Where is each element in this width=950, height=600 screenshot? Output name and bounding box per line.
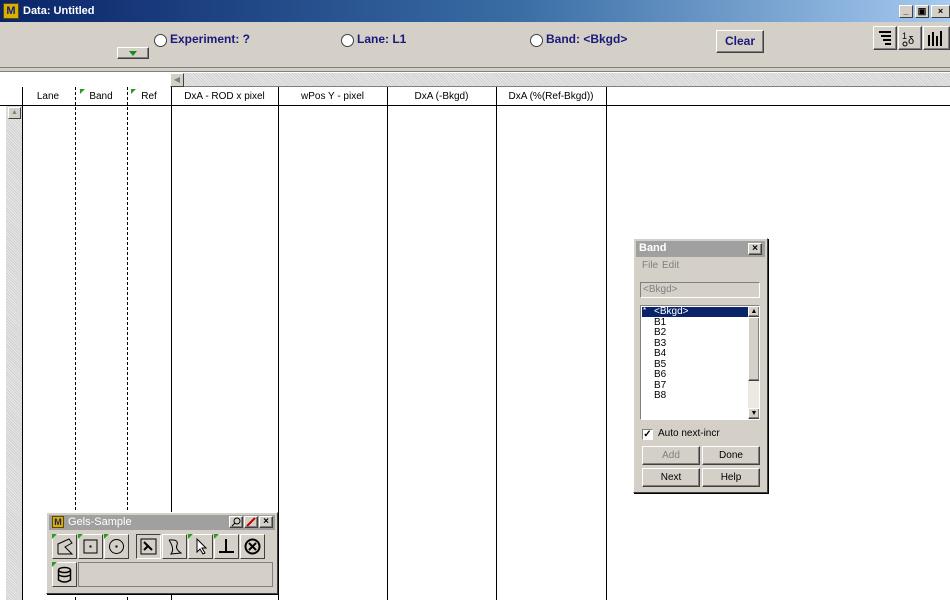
tool-marker <box>104 534 109 539</box>
vertical-scrollbar[interactable] <box>6 106 22 600</box>
list-scroll-thumb[interactable] <box>748 317 759 381</box>
gels-zoom-button[interactable] <box>229 516 243 528</box>
help-button[interactable]: Help <box>702 468 760 487</box>
experiment-radio[interactable] <box>154 33 167 47</box>
svg-text:1: 1 <box>902 31 907 41</box>
done-button[interactable]: Done <box>702 446 760 465</box>
gels-sample-palette: M Gels-Sample × <box>46 512 278 594</box>
data-toolbar <box>0 22 950 68</box>
list-item[interactable]: <Bkgd> <box>641 306 745 318</box>
window-titlebar[interactable] <box>0 0 950 22</box>
add-button[interactable]: Add <box>642 446 700 465</box>
gels-title: Gels-Sample <box>68 516 132 528</box>
horizontal-scrollbar[interactable] <box>170 73 950 87</box>
lane-label: Lane: L1 <box>357 32 407 46</box>
minimize-button[interactable]: _ <box>899 5 913 18</box>
pen-icon <box>246 517 256 527</box>
auto-next-label: Auto next-incr <box>658 428 720 439</box>
tool-marker <box>52 534 57 539</box>
band-window: Band × File Edit <Bkgd> <Bkgd> * B1 B2 B… <box>633 238 768 493</box>
maximize-button[interactable]: ▣ <box>915 5 929 18</box>
band-close-button[interactable]: × <box>748 243 762 255</box>
scroll-left-button[interactable]: ◀ <box>170 73 184 87</box>
list-scroll-up-button[interactable]: ▲ <box>748 306 759 317</box>
dropdown-button[interactable] <box>117 47 149 59</box>
lane-radio[interactable] <box>341 33 354 47</box>
asterisk-icon: * <box>643 306 647 315</box>
svg-text:δ: δ <box>908 35 914 47</box>
gels-close-button[interactable]: × <box>259 516 273 528</box>
column-divider <box>387 87 388 600</box>
experiment-label: Experiment: ? <box>170 32 251 46</box>
tool-marker <box>214 534 219 539</box>
list-item[interactable]: B6 <box>641 369 745 381</box>
tool-marker <box>52 562 57 567</box>
gels-app-icon: M <box>52 516 64 528</box>
next-button[interactable]: Next <box>642 468 700 487</box>
list-item[interactable]: B4 <box>641 348 745 360</box>
auto-select-icon <box>140 538 157 555</box>
magnifier-icon <box>231 517 241 527</box>
toolbar-separator <box>0 68 950 72</box>
freehand-icon <box>168 539 183 555</box>
band-menu-file[interactable]: File <box>642 260 658 271</box>
bar-chart-icon <box>928 31 942 46</box>
column-divider <box>278 87 279 600</box>
band-name-field[interactable]: <Bkgd> <box>640 282 760 298</box>
clear-tool[interactable] <box>240 534 265 559</box>
column-divider <box>22 87 23 600</box>
band-option[interactable]: Band: <Bkgd> <box>530 31 627 47</box>
column-header-wpos-y[interactable]: wPos Y - pixel <box>278 87 387 106</box>
tool-marker <box>188 534 193 539</box>
sort-lines-icon <box>879 31 891 45</box>
gels-pen-button[interactable] <box>244 516 258 528</box>
list-item[interactable]: B8 <box>641 390 745 402</box>
clear-button[interactable]: Clear <box>716 30 764 53</box>
band-column-marker <box>80 89 85 94</box>
table-header: Lane Band Ref DxA - ROD x pixel wPos Y -… <box>0 87 950 106</box>
band-menu-edit[interactable]: Edit <box>662 260 679 271</box>
palette-empty-area <box>78 562 273 587</box>
list-scroll-down-button[interactable]: ▼ <box>748 408 759 419</box>
chart-icon-button[interactable] <box>923 26 950 50</box>
column-header-dxa-percent[interactable]: DxA (%(Ref-Bkgd)) <box>496 87 606 106</box>
band-window-title: Band <box>639 242 667 254</box>
column-header-dxa-rod[interactable]: DxA - ROD x pixel <box>171 87 278 106</box>
band-listbox[interactable]: <Bkgd> * B1 B2 B3 B4 B5 B6 B7 B8 ▲ ▼ <box>640 305 760 420</box>
band-label: Band: <Bkgd> <box>546 32 628 46</box>
cancel-circle-icon <box>244 538 261 555</box>
ref-column-marker <box>131 89 136 94</box>
column-header-lane[interactable]: Lane <box>22 87 74 106</box>
band-radio[interactable] <box>530 33 543 47</box>
sum-icon-button[interactable]: 1δ <box>898 26 922 50</box>
app-icon: M <box>3 3 19 19</box>
column-divider <box>606 87 607 600</box>
auto-select-tool[interactable] <box>136 534 161 559</box>
column-header-dxa-bkgd[interactable]: DxA (-Bkgd) <box>387 87 496 106</box>
experiment-option[interactable]: Experiment: ? <box>154 31 250 47</box>
triangle-down-icon <box>129 51 137 56</box>
freehand-tool[interactable] <box>162 534 187 559</box>
list-item[interactable]: B2 <box>641 327 745 339</box>
scroll-up-button[interactable]: ▲ <box>8 107 21 119</box>
sigma-icon: 1δ <box>902 31 914 47</box>
sort-icon-button[interactable] <box>873 26 897 50</box>
lane-option[interactable]: Lane: L1 <box>341 31 406 47</box>
auto-next-checkbox[interactable]: ✓ <box>642 429 653 440</box>
tool-marker <box>78 534 83 539</box>
column-divider <box>496 87 497 600</box>
window-title: Data: Untitled <box>23 5 95 17</box>
close-button[interactable]: × <box>931 5 950 18</box>
